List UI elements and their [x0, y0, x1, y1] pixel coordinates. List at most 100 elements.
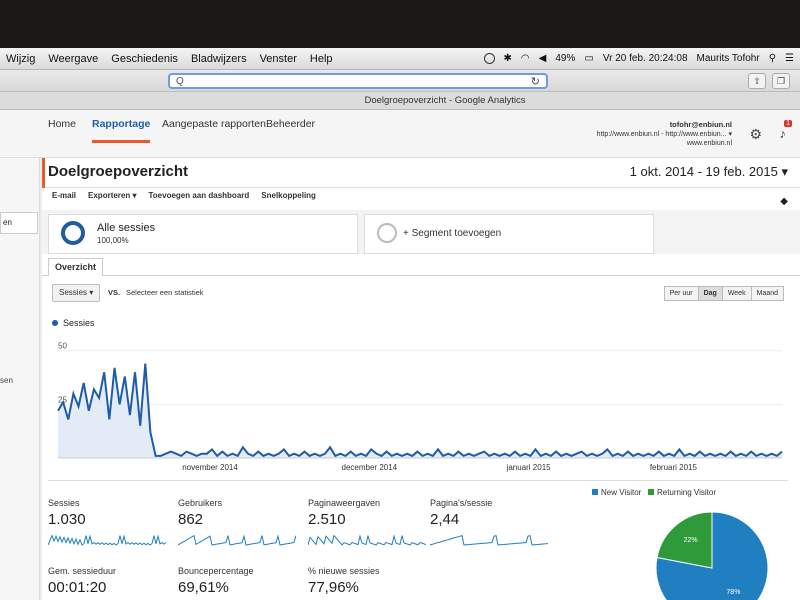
- legend-returning-square: [647, 489, 654, 495]
- menu-edit[interactable]: Wijzig: [6, 53, 35, 65]
- menu-history[interactable]: Geschiedenis: [111, 53, 178, 65]
- notification-center-icon[interactable]: ☰: [785, 53, 794, 64]
- metric-sparkline: [48, 534, 166, 546]
- menu-bookmarks[interactable]: Bladwijzers: [191, 53, 247, 65]
- y-tick-label: 25: [58, 395, 67, 404]
- metric-label: Gebruikers: [178, 498, 223, 508]
- metric-value: 69,61%: [178, 579, 229, 596]
- chart-divider[interactable]: [48, 480, 788, 486]
- nav-admin[interactable]: Beheerder: [266, 118, 315, 130]
- sidebar-text: en: [3, 218, 12, 227]
- nav-home[interactable]: Home: [48, 118, 76, 130]
- segment-bar: Alle sessies 100,00% + Segment toevoegen: [42, 210, 800, 254]
- account-email: tofohr@enbiun.nl: [669, 120, 732, 129]
- metric-card[interactable]: Pagina's/sessie 2,44: [430, 498, 550, 558]
- bell-icon[interactable]: ♪ 1: [780, 120, 792, 141]
- menu-window[interactable]: Venster: [260, 53, 297, 65]
- tab-overview[interactable]: Overzicht: [48, 258, 104, 276]
- granularity-switcher: Per uur Dag Week Maand: [663, 286, 784, 301]
- metric-value: 00:01:20: [48, 579, 107, 596]
- left-sidebar: en sen: [0, 158, 40, 600]
- segment-all-sessions[interactable]: Alle sessies 100,00%: [48, 214, 358, 254]
- legend-dot: [52, 320, 58, 326]
- email-button[interactable]: E-mail: [52, 191, 76, 207]
- metric-value: 2,44: [430, 511, 460, 528]
- metric-value: 862: [178, 511, 204, 528]
- sidebar-search-input[interactable]: en: [0, 212, 38, 234]
- address-bar[interactable]: Q ↻: [168, 73, 548, 89]
- browser-toolbar: Q ↻ ⇧ ❐: [0, 70, 800, 92]
- add-to-dashboard-button[interactable]: Toevoegen aan dashboard: [149, 191, 250, 207]
- metric-card[interactable]: Sessies 1.030: [48, 498, 168, 558]
- granularity-month[interactable]: Maand: [750, 286, 784, 301]
- metric-value: 77,96%: [308, 579, 359, 596]
- metric-sparkline: [430, 534, 548, 546]
- date-range-picker[interactable]: 1 okt. 2014 - 19 feb. 2015 ▾: [630, 164, 788, 180]
- sessions-line-chart[interactable]: 50 25 november 2014 december 2014 januari 20…: [48, 330, 788, 480]
- tab-title: Doelgroepoverzicht - Google Analytics: [364, 95, 526, 106]
- bluetooth-icon[interactable]: ✱: [504, 53, 512, 64]
- export-button[interactable]: Exporteren ▾: [88, 191, 136, 207]
- metric-dropdown-label: Sessies: [59, 288, 88, 297]
- mac-menubar: Wijzig Weergave Geschiedenis Bladwijzers…: [0, 48, 800, 70]
- metric-card[interactable]: % nieuwe sessies 77,96%: [308, 566, 428, 600]
- chart-controls: Sessies ▾ VS. Selecteer een statistiek P…: [48, 284, 788, 304]
- pie-svg: 78% 22%: [655, 511, 769, 600]
- metric-label: % nieuwe sessies: [308, 566, 380, 576]
- reload-icon[interactable]: ↻: [531, 75, 540, 88]
- battery-icon[interactable]: ▭: [584, 53, 593, 64]
- metric-label: Pagina's/sessie: [430, 498, 493, 508]
- notification-badge: 1: [784, 120, 792, 127]
- gear-icon[interactable]: ⚙: [749, 126, 762, 143]
- graduation-cap-icon[interactable]: ◆: [780, 196, 788, 207]
- share-icon[interactable]: ⇧: [748, 73, 766, 89]
- menu-help[interactable]: Help: [310, 53, 333, 65]
- volume-icon[interactable]: ◀: [539, 53, 547, 64]
- add-segment-button[interactable]: + Segment toevoegen: [364, 214, 654, 254]
- shortcut-button[interactable]: Snelkoppeling: [261, 191, 316, 207]
- select-statistic-link[interactable]: Selecteer een statistiek: [126, 288, 204, 297]
- legend-returning-visitor: Returning Visitor: [656, 488, 716, 497]
- account-selector[interactable]: tofohr@enbiun.nl http://www.enbiun.nl - …: [597, 120, 732, 148]
- wifi-icon[interactable]: ◠: [521, 53, 530, 64]
- granularity-hour[interactable]: Per uur: [663, 286, 699, 301]
- metric-card[interactable]: Bouncepercentage 69,61%: [178, 566, 298, 600]
- granularity-day[interactable]: Dag: [697, 286, 723, 301]
- x-tick-label: februari 2015: [650, 463, 698, 472]
- battery-percent[interactable]: 49%: [555, 53, 575, 64]
- metric-card[interactable]: Paginaweergaven 2.510: [308, 498, 428, 558]
- metric-card[interactable]: Gem. sessieduur 00:01:20: [48, 566, 168, 600]
- legend-new-visitor: New Visitor: [601, 488, 642, 497]
- segment-name: Alle sessies: [97, 222, 156, 234]
- metric-card[interactable]: Gebruikers 862: [178, 498, 298, 558]
- report-actions: E-mail Exporteren ▾ Toevoegen aan dashbo…: [42, 188, 800, 210]
- sidebar-label[interactable]: sen: [0, 376, 13, 385]
- metric-label: Sessies: [48, 498, 80, 508]
- metric-dropdown[interactable]: Sessies ▾: [52, 284, 101, 302]
- legend-new-square: [592, 489, 598, 495]
- granularity-week[interactable]: Week: [721, 286, 752, 301]
- time-machine-icon[interactable]: [483, 53, 495, 64]
- account-site: www.enbiun.nl: [686, 140, 732, 147]
- account-url: http://www.enbiun.nl - http://www.enbiun…: [596, 131, 727, 138]
- clock[interactable]: Vr 20 feb. 20:24:08: [603, 53, 688, 64]
- date-range-text: 1 okt. 2014 - 19 feb. 2015: [629, 164, 778, 179]
- vs-label: VS.: [108, 288, 121, 297]
- menu-view[interactable]: Weergave: [48, 53, 98, 65]
- user-name[interactable]: Maurits Tofohr: [697, 53, 760, 64]
- metric-label: Paginaweergaven: [308, 498, 381, 508]
- spotlight-search-icon[interactable]: ⚲: [769, 53, 776, 64]
- pie-slice-label: 78%: [726, 589, 740, 596]
- title-accent: [42, 158, 45, 188]
- x-tick-label: januari 2015: [506, 463, 552, 472]
- pie-slice-label: 22%: [684, 537, 698, 544]
- browser-tab[interactable]: Doelgroepoverzicht - Google Analytics: [0, 92, 800, 110]
- nav-custom-reports[interactable]: Aangepaste rapporten: [162, 118, 266, 130]
- nav-reporting[interactable]: Rapportage: [92, 118, 151, 143]
- tabs-overview-icon[interactable]: ❐: [772, 73, 790, 89]
- x-tick-label: december 2014: [342, 463, 398, 472]
- empty-segment-ring-icon: [377, 223, 397, 243]
- visitor-pie-chart[interactable]: New Visitor Returning Visitor 78% 22%: [592, 488, 792, 600]
- metric-label: Bouncepercentage: [178, 566, 254, 576]
- segment-ring-icon: [61, 221, 85, 245]
